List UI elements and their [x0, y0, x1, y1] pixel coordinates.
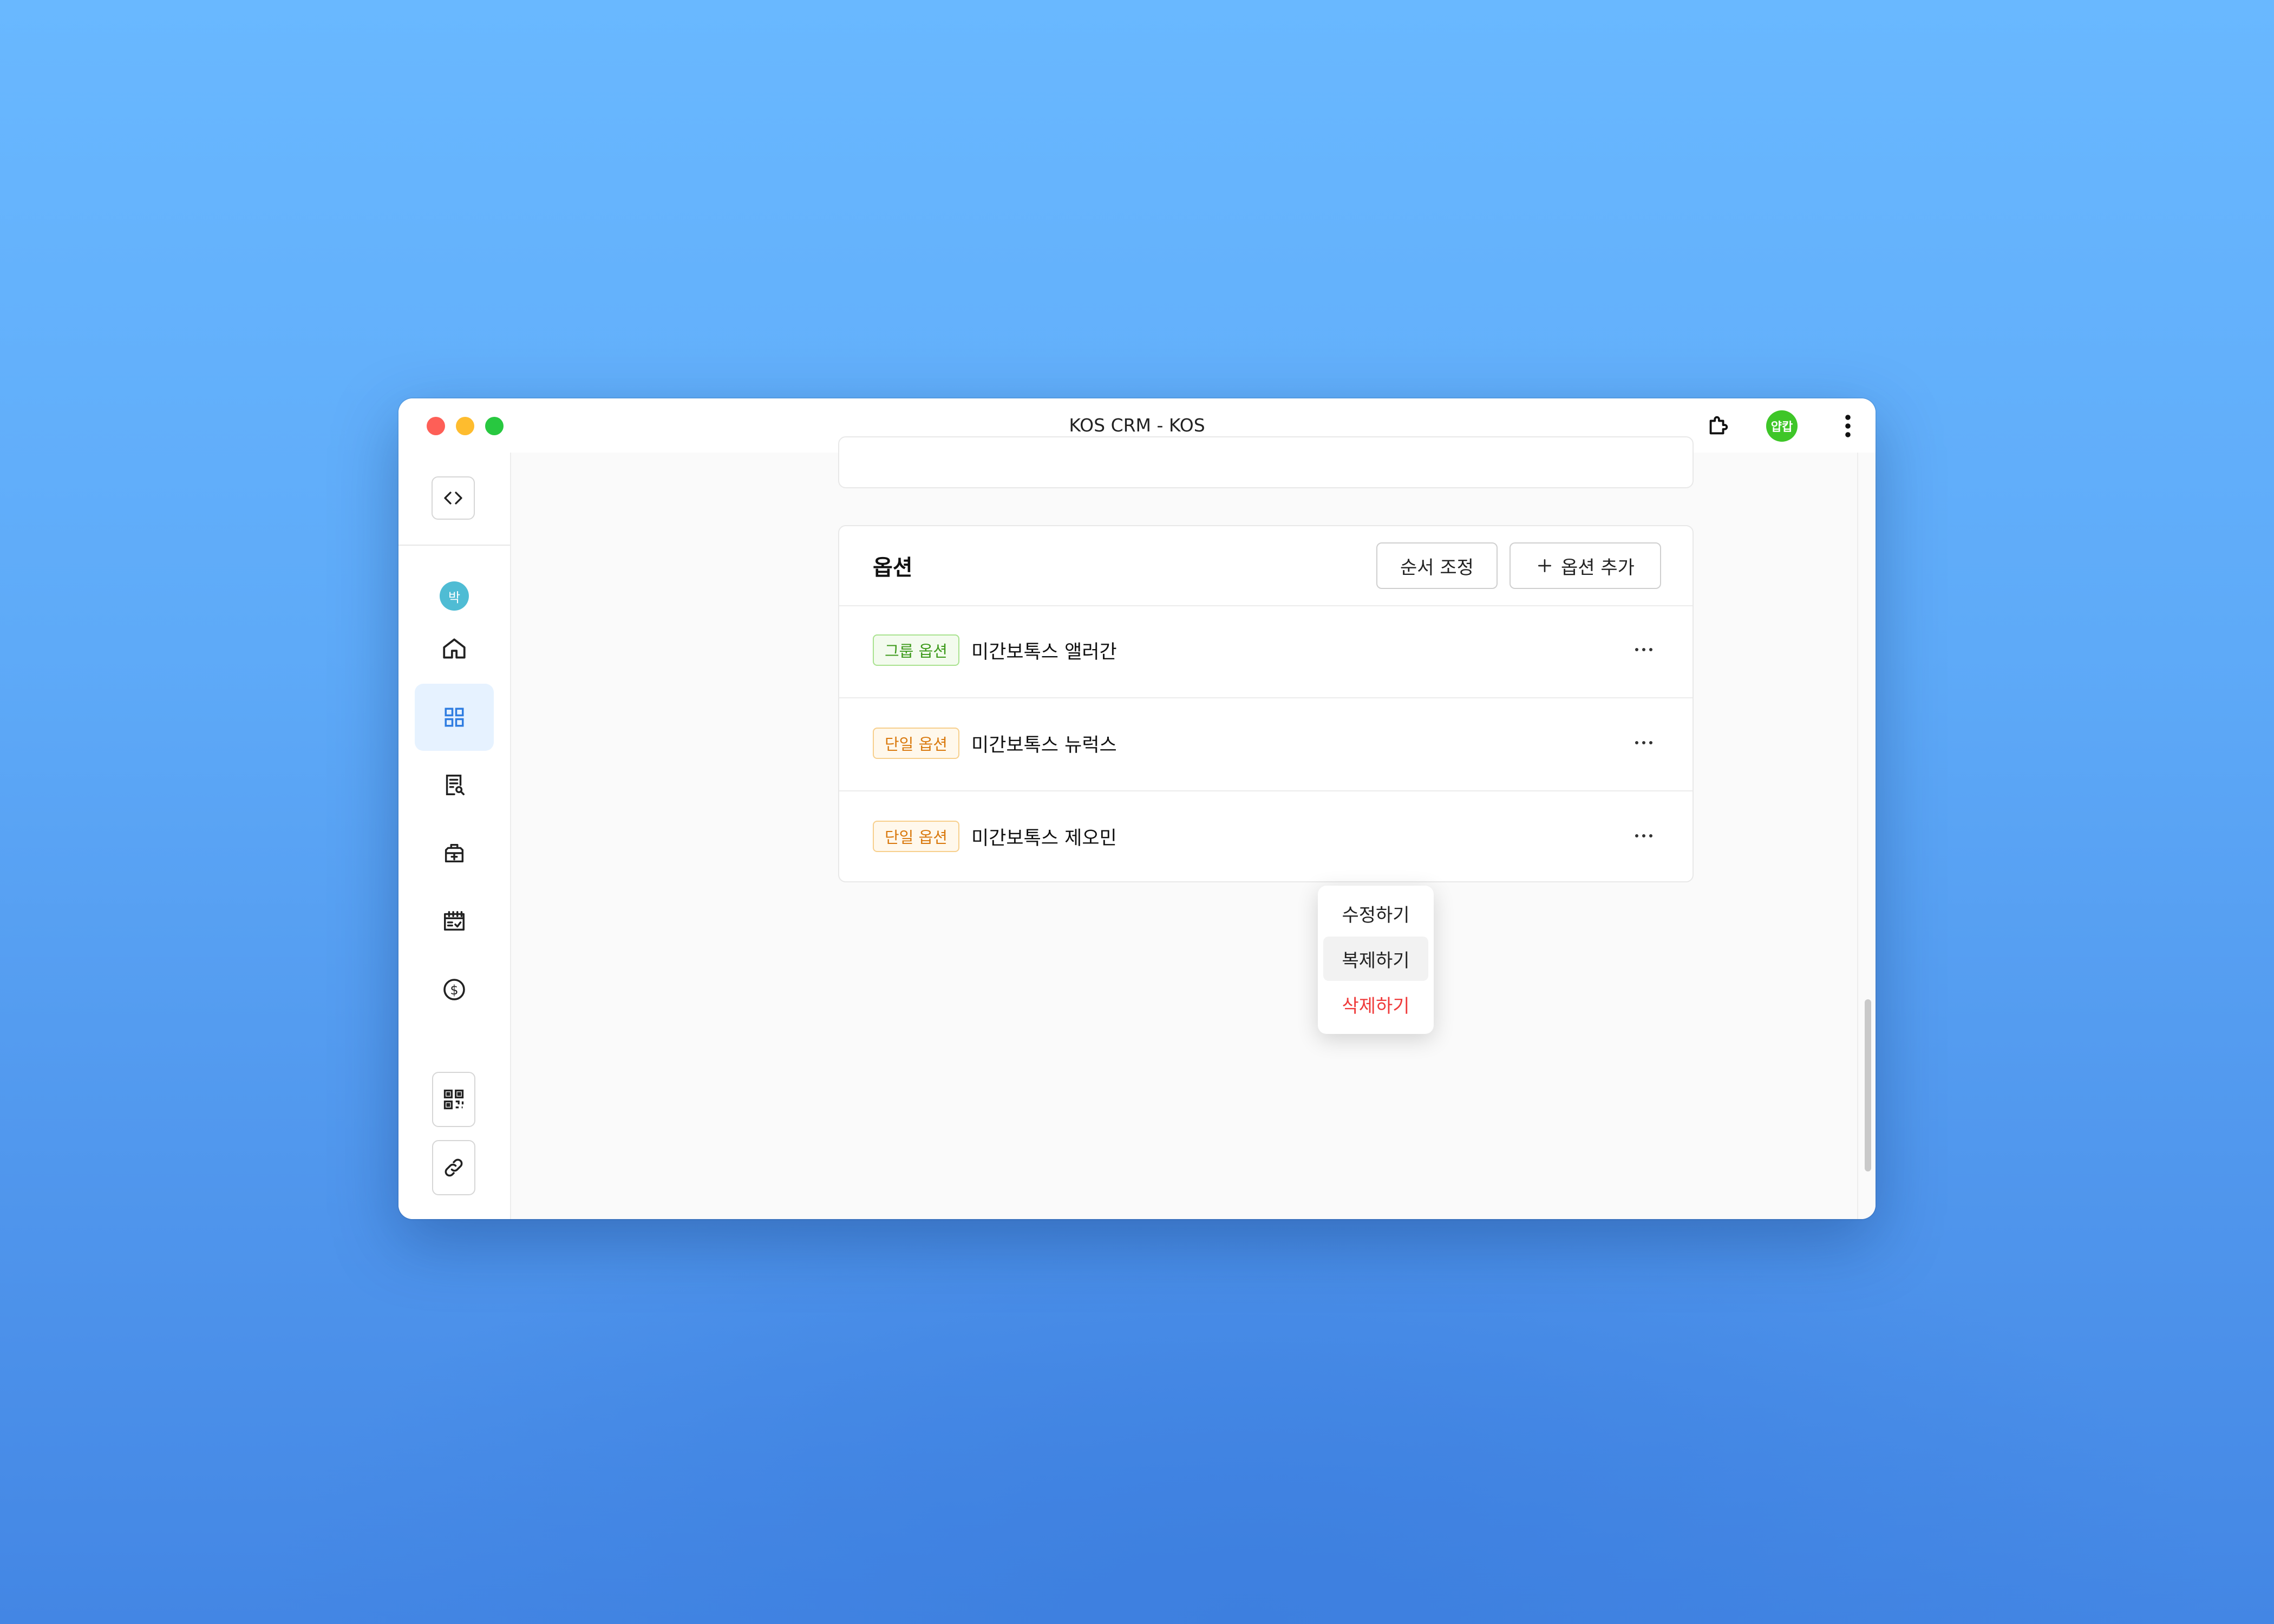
option-type-badge: 단일 옵션: [873, 728, 959, 759]
option-name: 미간보톡스 뉴럭스: [971, 735, 1117, 756]
menu-item-duplicate[interactable]: 복제하기: [1323, 937, 1428, 981]
vertical-scrollbar[interactable]: [1857, 453, 1876, 1219]
window-title: KOS CRM - KOS: [1069, 415, 1205, 436]
options-card: 옵션 순서 조정 옵션 추가 그룹 옵션 미간보톡스 앨러간 단일 옵션 미간보…: [838, 525, 1694, 882]
add-option-button[interactable]: 옵션 추가: [1510, 542, 1661, 589]
sidebar-divider: [398, 545, 510, 546]
sidebar-item-qr[interactable]: [432, 1072, 475, 1127]
home-icon: [443, 638, 466, 659]
more-vertical-icon[interactable]: [1833, 411, 1863, 441]
receipt-search-icon: [446, 775, 465, 795]
option-type-badge: 그룹 옵션: [873, 634, 959, 666]
scrollbar-thumb[interactable]: [1865, 999, 1871, 1171]
sidebar-toggle-button[interactable]: [432, 476, 475, 520]
browser-window: KOS CRM - KOS 얍캅 박 $ 옵션 순서 조정 옵션 추가 그룹 옵…: [398, 398, 1876, 1219]
profile-avatar-label: 얍캅: [1770, 421, 1793, 434]
add-option-label: 옵션 추가: [1561, 556, 1635, 579]
sidebar-item-home[interactable]: [415, 615, 494, 682]
option-context-menu: 수정하기 복제하기 삭제하기: [1318, 886, 1434, 1034]
option-row[interactable]: 그룹 옵션 미간보톡스 앨러간: [839, 606, 1693, 698]
sidebar: 박 $: [398, 453, 511, 1219]
extension-puzzle-icon[interactable]: [1703, 411, 1733, 441]
dollar-circle-icon: $: [443, 979, 465, 1000]
user-avatar-initial: 박: [448, 590, 461, 605]
sidebar-item-records[interactable]: [415, 751, 494, 818]
more-horizontal-icon[interactable]: [1628, 726, 1660, 759]
svg-text:$: $: [450, 983, 458, 998]
sidebar-item-products[interactable]: [415, 684, 494, 751]
medical-bag-icon: [445, 843, 464, 863]
sidebar-item-billing[interactable]: $: [415, 956, 494, 1023]
calendar-check-icon: [444, 911, 465, 931]
option-name: 미간보톡스 제오민: [971, 828, 1117, 849]
plus-icon: [1538, 559, 1552, 572]
menu-item-edit[interactable]: 수정하기: [1323, 891, 1428, 935]
option-row[interactable]: 단일 옵션 미간보톡스 뉴럭스: [839, 699, 1693, 791]
previous-card: [838, 436, 1694, 488]
grid-icon: [445, 708, 464, 727]
main-content: 옵션 순서 조정 옵션 추가 그룹 옵션 미간보톡스 앨러간 단일 옵션 미간보…: [511, 436, 1857, 1219]
option-name: 미간보톡스 앨러간: [971, 641, 1117, 663]
sidebar-item-schedule[interactable]: [415, 888, 494, 955]
sidebar-item-medical[interactable]: [415, 820, 494, 887]
user-avatar[interactable]: 박: [440, 581, 469, 611]
option-row[interactable]: 단일 옵션 미간보톡스 제오민: [839, 793, 1693, 885]
profile-avatar[interactable]: 얍캅: [1766, 410, 1798, 442]
more-horizontal-icon[interactable]: [1628, 820, 1660, 852]
option-type-badge: 단일 옵션: [873, 821, 959, 852]
options-title: 옵션: [873, 555, 913, 580]
code-brackets-icon: [444, 492, 462, 505]
sidebar-item-link[interactable]: [432, 1140, 475, 1195]
link-icon: [445, 1158, 463, 1177]
more-horizontal-icon[interactable]: [1628, 633, 1660, 666]
options-card-header: 옵션 순서 조정 옵션 추가: [839, 526, 1693, 606]
reorder-button[interactable]: 순서 조정: [1376, 542, 1498, 589]
qr-code-icon: [443, 1089, 464, 1110]
menu-item-delete[interactable]: 삭제하기: [1323, 982, 1428, 1026]
